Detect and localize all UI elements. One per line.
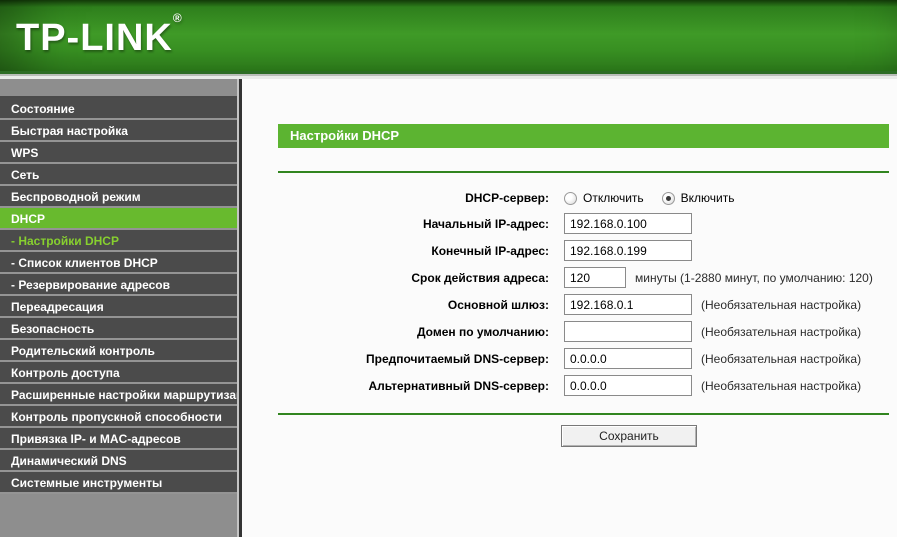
field-label: Конечный IP-адрес:: [242, 244, 549, 258]
dhcp-disable-radio[interactable]: [564, 192, 577, 205]
sidebar-item[interactable]: Состояние: [0, 98, 237, 120]
form-row: Альтернативный DNS-сервер: (Необязательна…: [242, 372, 897, 399]
sidebar-item[interactable]: Беспроводной режим: [0, 186, 237, 208]
field-hint: (Необязательная настройка): [701, 352, 861, 366]
sidebar-subitem[interactable]: - Настройки DHCP: [0, 230, 237, 252]
sidebar-item[interactable]: Привязка IP- и MAC-адресов: [0, 428, 237, 450]
registered-mark: ®: [173, 11, 182, 25]
form-row: Предпочитаемый DNS-сервер: (Необязательна…: [242, 345, 897, 372]
sidebar-top-strip: [0, 79, 237, 98]
field-label: Альтернативный DNS-сервер:: [242, 379, 549, 393]
main-content: Настройки DHCP DHCP-сервер: Отключить Вк…: [242, 79, 897, 537]
sidebar-item[interactable]: Контроль доступа: [0, 362, 237, 384]
sidebar-bottom-strip: [0, 494, 237, 537]
sidebar-item[interactable]: Переадресация: [0, 296, 237, 318]
dhcp-server-label: DHCP-сервер:: [242, 191, 549, 205]
dhcp-enable-radio-label: Включить: [681, 191, 735, 205]
field-label: Предпочитаемый DNS-сервер:: [242, 352, 549, 366]
tplink-logo: TP-LINK®: [16, 11, 182, 60]
field-label: Срок действия адреса:: [242, 271, 549, 285]
field-input[interactable]: [564, 375, 692, 396]
field-hint: (Необязательная настройка): [701, 379, 861, 393]
form-row: Срок действия адреса: минуты (1-2880 мину…: [242, 264, 897, 291]
dhcp-form: DHCP-сервер: Отключить Включить Начальны…: [242, 186, 897, 399]
field-hint: (Необязательная настройка): [701, 298, 861, 312]
field-label: Начальный IP-адрес:: [242, 217, 549, 231]
field-input[interactable]: [564, 267, 626, 288]
field-input[interactable]: [564, 213, 692, 234]
bottom-green-rule: [278, 413, 889, 415]
sidebar-menu: СостояниеБыстрая настройкаWPSСетьБеспров…: [0, 98, 237, 494]
sidebar-subitem[interactable]: - Список клиентов DHCP: [0, 252, 237, 274]
field-label: Домен по умолчанию:: [242, 325, 549, 339]
sidebar-item[interactable]: Сеть: [0, 164, 237, 186]
sidebar-item[interactable]: Контроль пропускной способности: [0, 406, 237, 428]
sidebar-item[interactable]: DHCP: [0, 208, 237, 230]
page-title: Настройки DHCP: [278, 124, 889, 148]
form-row: Начальный IP-адрес:: [242, 210, 897, 237]
field-input[interactable]: [564, 321, 692, 342]
dhcp-form-fields: Начальный IP-адрес: Конечный IP-адрес: Сро…: [242, 210, 897, 399]
form-row: Домен по умолчанию: (Необязательная настр…: [242, 318, 897, 345]
sidebar-subitem[interactable]: - Резервирование адресов: [0, 274, 237, 296]
field-input[interactable]: [564, 240, 692, 261]
sidebar-item[interactable]: WPS: [0, 142, 237, 164]
dhcp-server-row: DHCP-сервер: Отключить Включить: [242, 186, 897, 210]
sidebar-item[interactable]: Быстрая настройка: [0, 120, 237, 142]
sidebar-item[interactable]: Безопасность: [0, 318, 237, 340]
app-header: TP-LINK®: [0, 0, 897, 71]
save-button[interactable]: Сохранить: [561, 425, 697, 447]
field-input[interactable]: [564, 294, 692, 315]
sidebar-item[interactable]: Динамический DNS: [0, 450, 237, 472]
field-hint: минуты (1-2880 минут, по умолчанию: 120): [635, 271, 873, 285]
dhcp-disable-radio-label: Отключить: [583, 191, 644, 205]
sidebar-item[interactable]: Родительский контроль: [0, 340, 237, 362]
field-hint: (Необязательная настройка): [701, 325, 861, 339]
field-input[interactable]: [564, 348, 692, 369]
form-row: Конечный IP-адрес:: [242, 237, 897, 264]
sidebar-item[interactable]: Расширенные настройки маршрутизац: [0, 384, 237, 406]
sidebar: СостояниеБыстрая настройкаWPSСетьБеспров…: [0, 79, 237, 537]
dhcp-enable-radio[interactable]: [662, 192, 675, 205]
form-row: Основной шлюз: (Необязательная настройка): [242, 291, 897, 318]
button-row: Сохранить: [242, 425, 897, 447]
sidebar-item[interactable]: Системные инструменты: [0, 472, 237, 494]
field-label: Основной шлюз:: [242, 298, 549, 312]
top-green-rule: [278, 171, 889, 173]
